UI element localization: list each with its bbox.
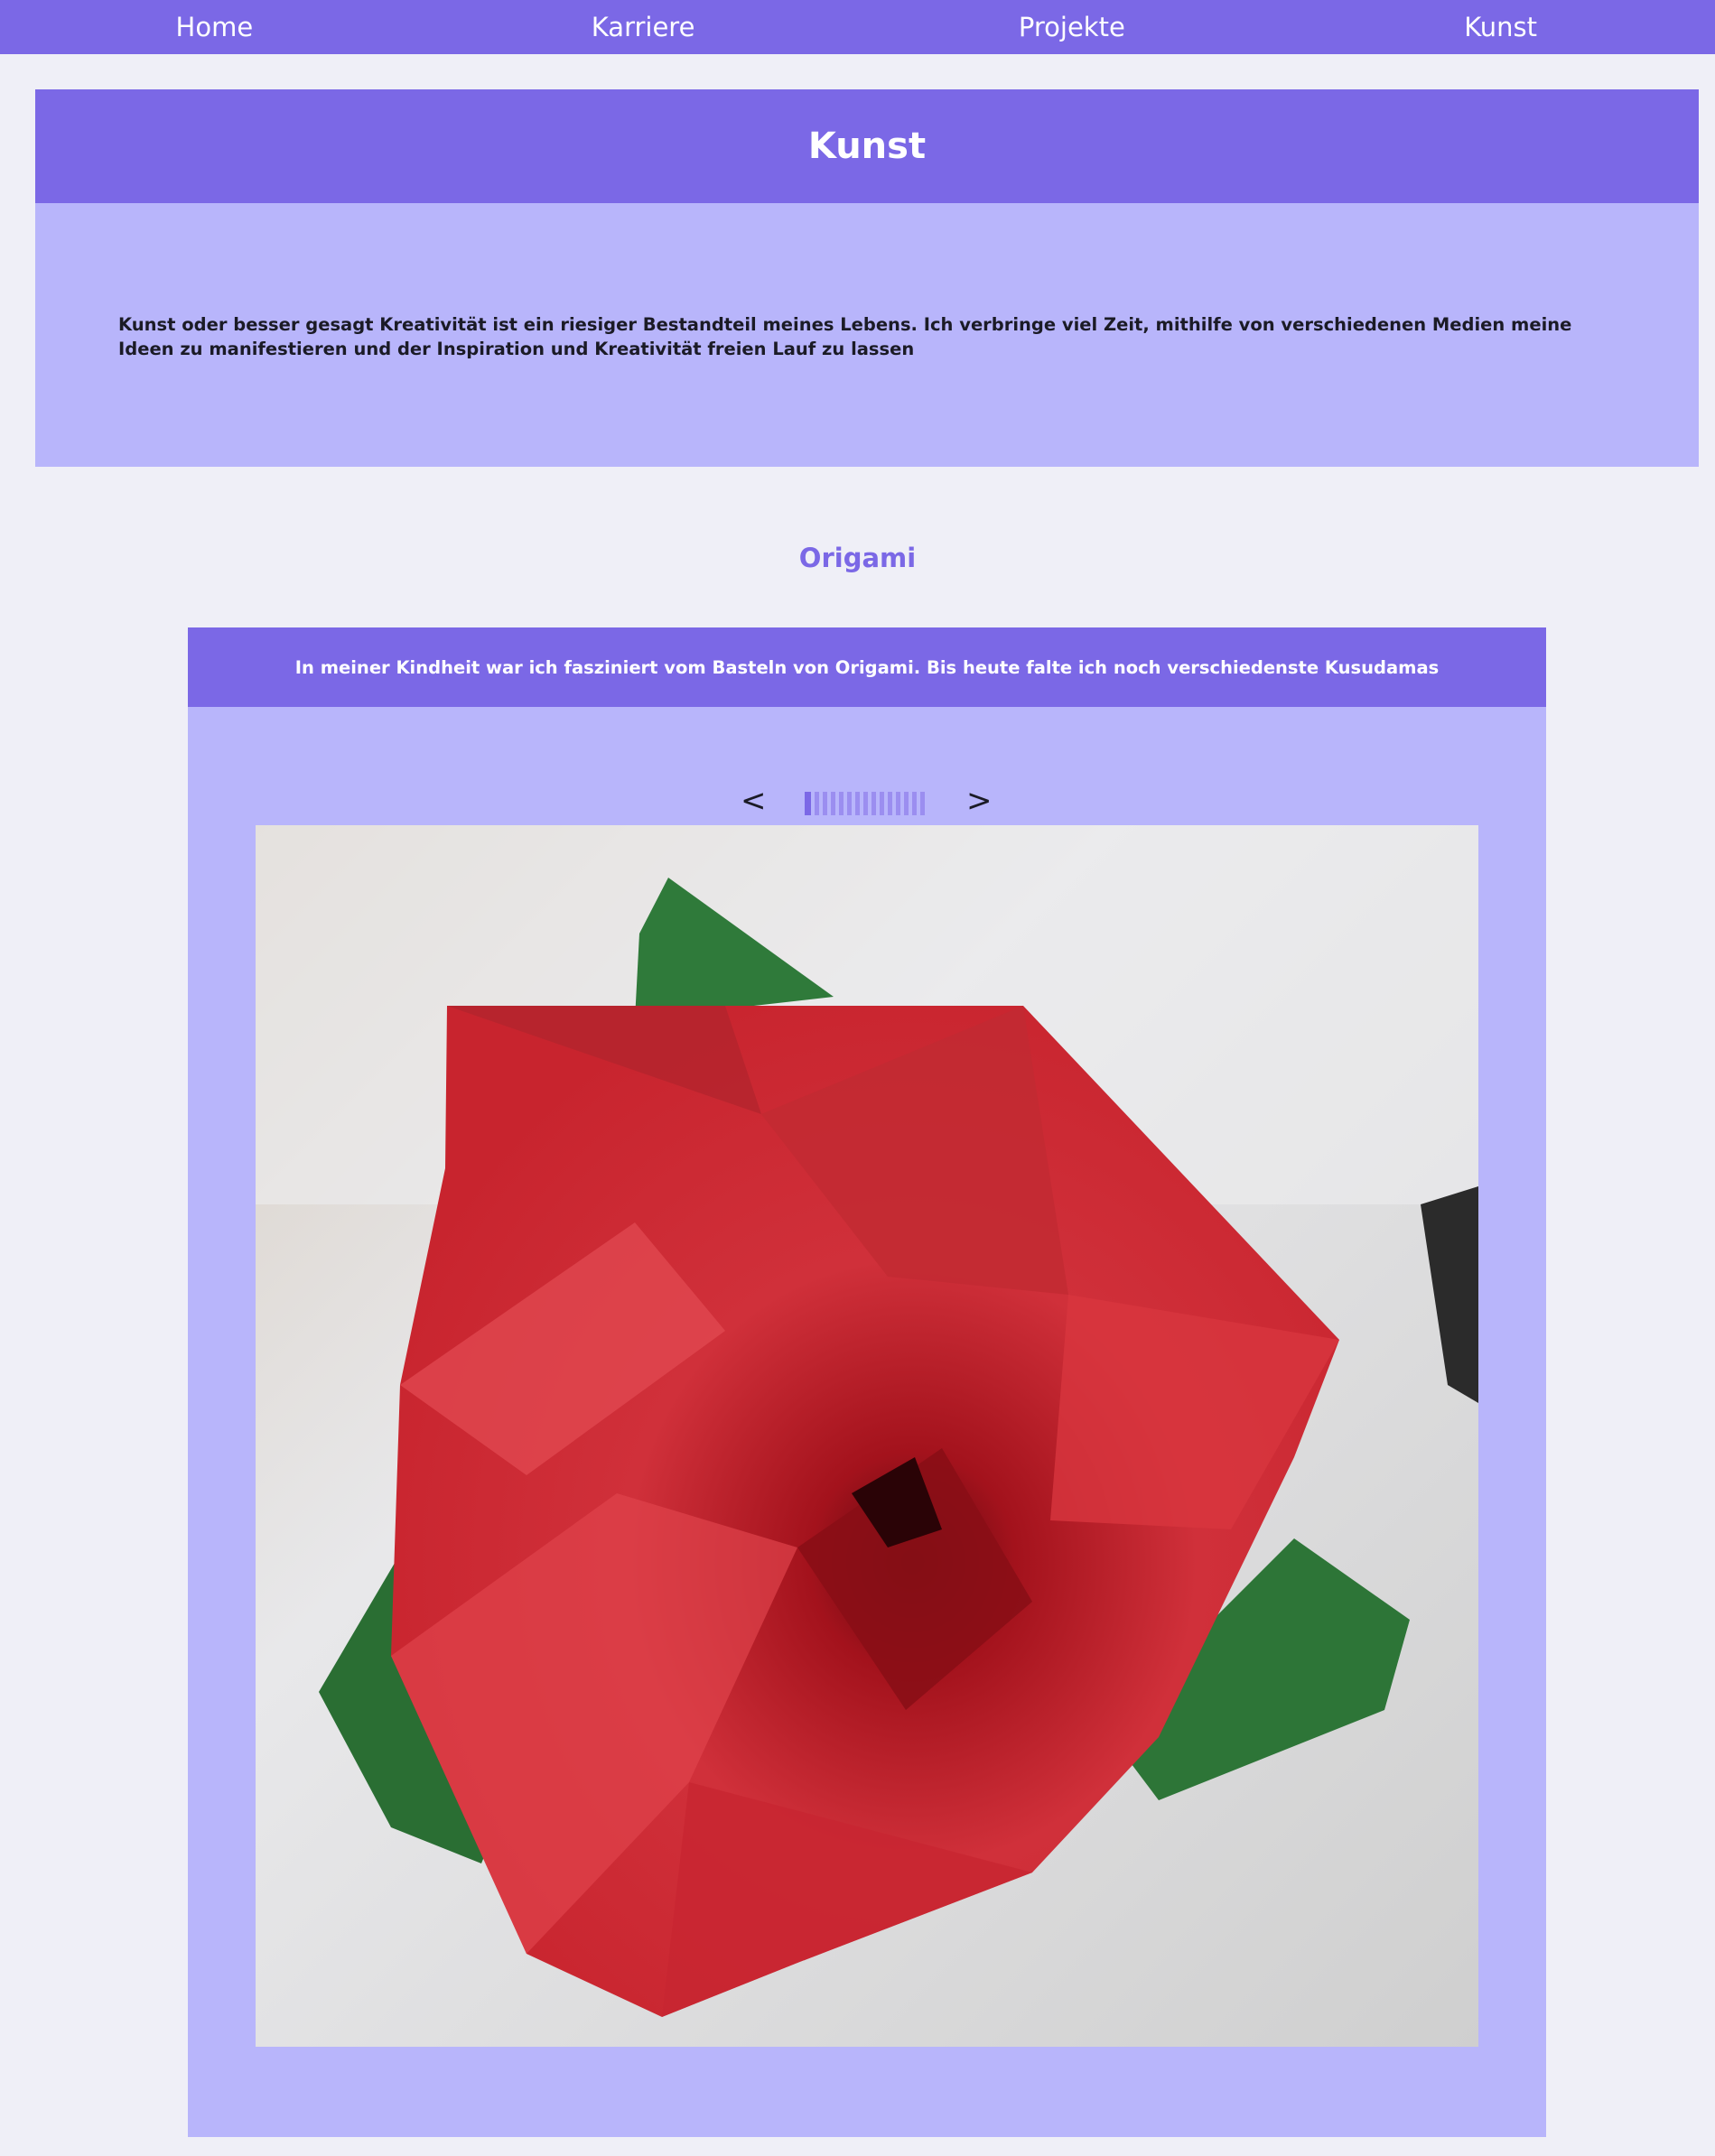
slide-dot[interactable] (912, 792, 917, 815)
slide-dot[interactable] (831, 792, 835, 815)
slide-dot[interactable] (847, 792, 852, 815)
slide-dot[interactable] (880, 792, 884, 815)
intro-card-header: Kunst (35, 89, 1699, 203)
next-slide-button[interactable]: > (966, 783, 993, 819)
slide-dot[interactable] (920, 792, 925, 815)
slide-dot[interactable] (896, 792, 900, 815)
slide-dot[interactable] (805, 792, 811, 815)
slide-indicator-dots (805, 792, 925, 815)
gallery-caption: In meiner Kindheit war ich fasziniert vo… (294, 656, 1440, 678)
intro-card: Kunst Kunst oder besser gesagt Kreativit… (35, 89, 1699, 467)
nav-home-link[interactable]: Home (0, 0, 429, 54)
slide-dot[interactable] (839, 792, 844, 815)
previous-slide-button[interactable]: < (741, 783, 767, 819)
nav-kunst-link[interactable]: Kunst (1286, 0, 1715, 54)
slide-dot[interactable] (904, 792, 909, 815)
origami-rose-photo (256, 825, 1478, 2047)
page-title: Kunst (807, 125, 927, 167)
origami-gallery: In meiner Kindheit war ich fasziniert vo… (188, 627, 1546, 2137)
nav-projekte-link[interactable]: Projekte (858, 0, 1287, 54)
gallery-header: In meiner Kindheit war ich fasziniert vo… (188, 627, 1546, 707)
slideshow-controls: < > (188, 783, 1546, 819)
slide-dot[interactable] (855, 792, 860, 815)
origami-rose-image (256, 825, 1478, 2047)
slide-dot[interactable] (823, 792, 827, 815)
top-navigation: Home Karriere Projekte Kunst (0, 0, 1715, 54)
slide-dot[interactable] (863, 792, 868, 815)
origami-section-title: Origami (798, 543, 917, 573)
nav-karriere-link[interactable]: Karriere (429, 0, 858, 54)
slide-dot[interactable] (888, 792, 892, 815)
intro-text: Kunst oder besser gesagt Kreativität ist… (118, 314, 1572, 359)
slide-dot[interactable] (871, 792, 876, 815)
slide-dot[interactable] (815, 792, 819, 815)
